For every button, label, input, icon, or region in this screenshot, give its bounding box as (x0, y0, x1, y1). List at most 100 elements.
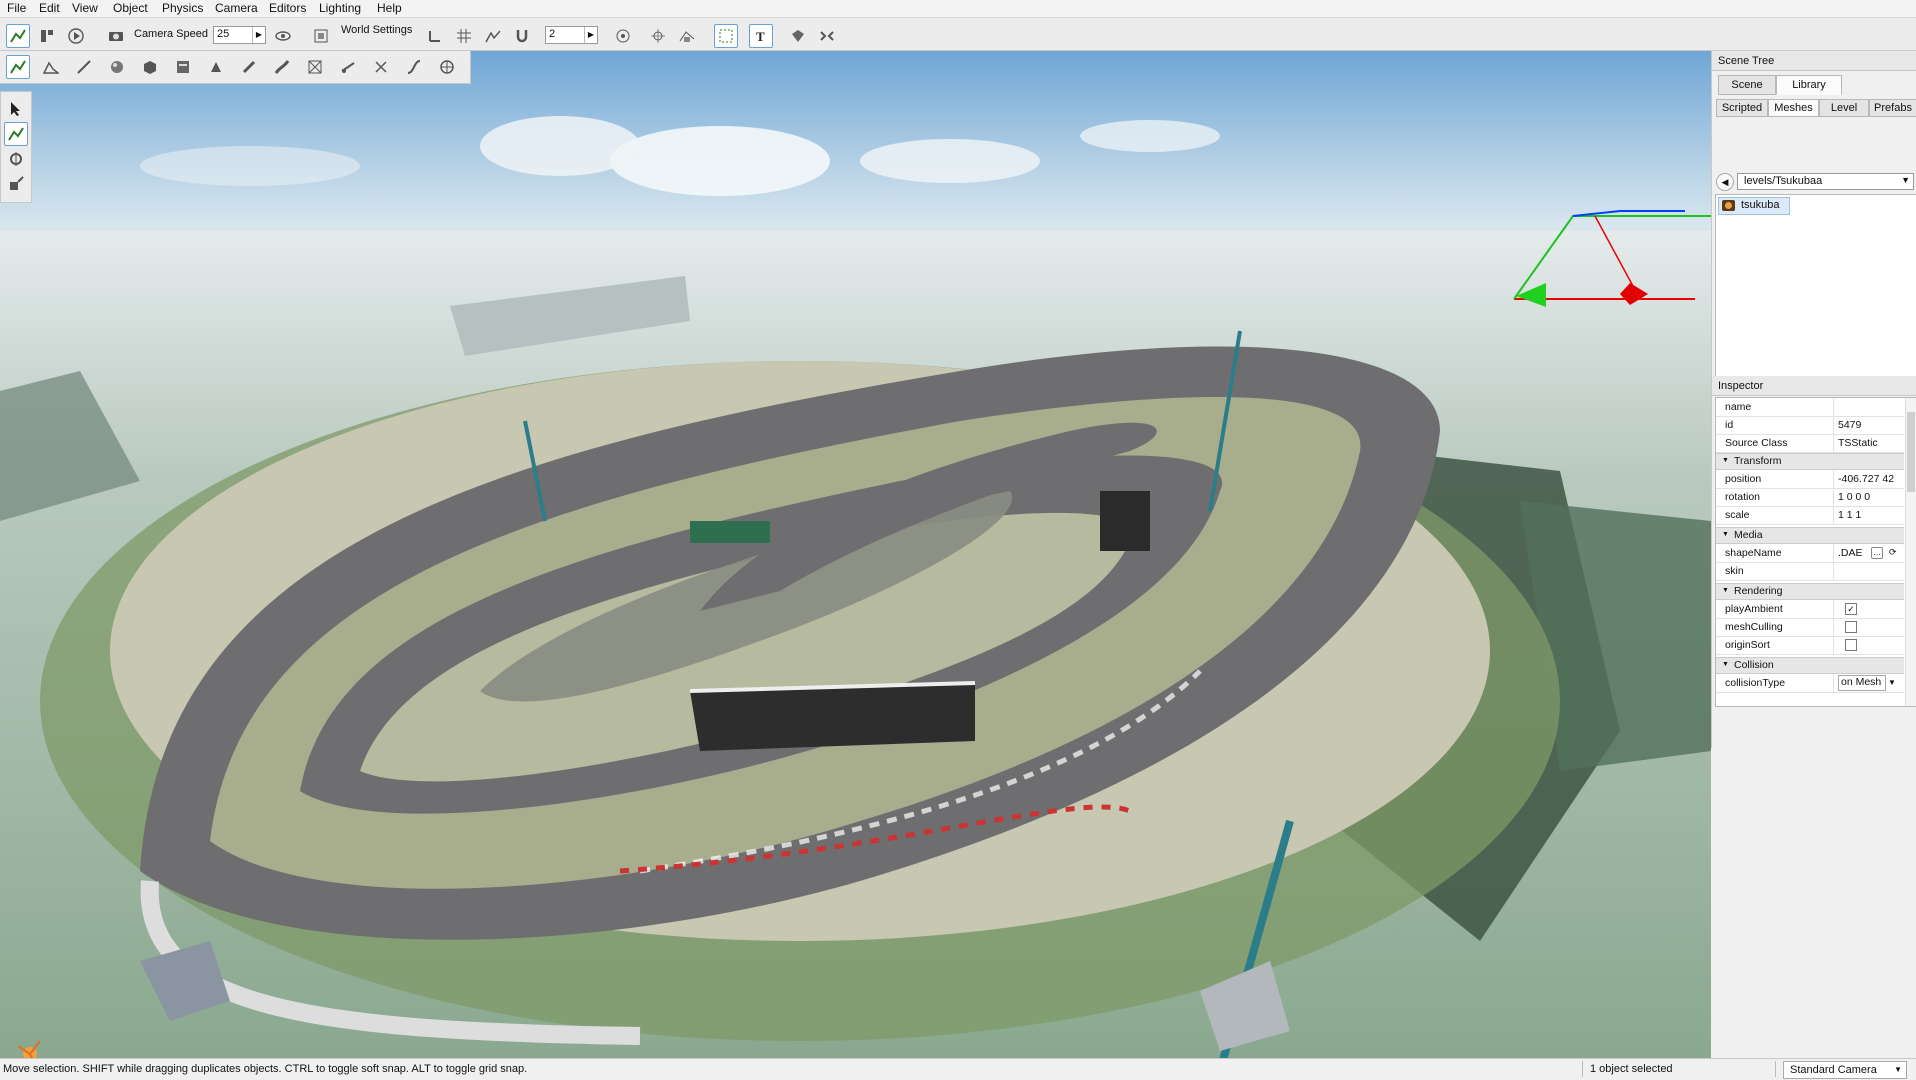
terrain-painter-icon[interactable] (72, 55, 96, 79)
spin-right-icon[interactable]: ▶ (252, 27, 265, 43)
rotate-gizmo-icon[interactable] (4, 147, 28, 171)
explode-icon[interactable] (815, 24, 839, 48)
scale-gizmo-icon[interactable] (4, 172, 28, 196)
convex-editor-icon[interactable] (369, 55, 393, 79)
group-transform[interactable]: ▼ Transform (1716, 453, 1904, 470)
menu-view[interactable]: View (70, 1, 100, 15)
select-bounds-icon[interactable] (714, 24, 738, 48)
tab-library[interactable]: Library (1776, 75, 1842, 95)
text-label-icon[interactable]: T (749, 24, 773, 48)
field-scale-value[interactable]: 1 1 1 (1838, 509, 1902, 521)
sketch-tool-icon[interactable] (138, 55, 162, 79)
refresh-icon[interactable]: ⟳ (1889, 547, 1897, 558)
menu-edit[interactable]: Edit (37, 1, 62, 15)
status-bar: Move selection. SHIFT while dragging dup… (0, 1058, 1916, 1080)
terrain-snap-icon[interactable] (481, 24, 505, 48)
gui-editor-icon[interactable] (35, 24, 59, 48)
inspector-title: Inspector (1718, 380, 1764, 392)
field-name-row: name (1716, 398, 1904, 417)
mesh-road-icon[interactable] (303, 55, 327, 79)
particle-editor-icon[interactable] (402, 55, 426, 79)
tree-item-tsukuba[interactable]: tsukuba (1718, 197, 1790, 215)
camera-speed-input[interactable]: 25 ▶ (213, 26, 266, 44)
object-toolbar (0, 51, 471, 84)
fit-view-icon[interactable] (309, 24, 333, 48)
status-divider (1775, 1061, 1776, 1077)
spin-right-icon[interactable]: ▶ (584, 27, 597, 43)
field-id-value: 5479 (1838, 419, 1862, 431)
select-object-icon[interactable] (6, 55, 30, 79)
chevron-down-icon: ▼ (1888, 678, 1896, 687)
forest-editor-icon[interactable] (204, 55, 228, 79)
subtab-scripted[interactable]: Scripted (1716, 99, 1768, 117)
field-rotation-value[interactable]: 1 0 0 0 (1838, 491, 1902, 503)
decal-editor-icon[interactable] (237, 55, 261, 79)
scene-tree-title-bar: Scene Tree (1712, 51, 1916, 71)
grid-size-input[interactable]: 2 ▶ (545, 26, 598, 44)
menu-camera[interactable]: Camera (213, 1, 260, 15)
grid-icon[interactable] (452, 24, 476, 48)
road-editor-icon[interactable] (270, 55, 294, 79)
snap-icon[interactable] (423, 24, 447, 48)
field-position-value[interactable]: -406.727 42 (1838, 473, 1902, 485)
scene-tree-title: Scene Tree (1718, 55, 1775, 67)
library-path-dropdown[interactable]: levels/Tsukubaa ▼ (1737, 173, 1914, 190)
collisiontype-dropdown[interactable]: on Mesh (1838, 675, 1886, 691)
river-editor-icon[interactable] (336, 55, 360, 79)
menu-lighting[interactable]: Lighting (317, 1, 363, 15)
collapse-triangle-icon: ▼ (1722, 661, 1729, 668)
playambient-checkbox[interactable]: ✓ (1845, 603, 1857, 615)
visibility-eye-icon[interactable] (271, 24, 295, 48)
object-center-icon[interactable] (611, 24, 635, 48)
select-arrow-icon[interactable] (4, 97, 28, 121)
inspector-scrollbar[interactable] (1905, 398, 1916, 706)
back-arrow-icon[interactable]: ◀ (1716, 173, 1734, 191)
field-position-row: position -406.727 42 (1716, 470, 1904, 489)
chevron-down-icon: ▼ (1901, 175, 1910, 185)
camera-speed-label: Camera Speed (134, 28, 208, 40)
menu-editors[interactable]: Editors (267, 1, 308, 15)
prefab-icon[interactable] (786, 24, 810, 48)
move-gizmo-icon[interactable] (4, 122, 28, 146)
play-game-icon[interactable] (64, 24, 88, 48)
menu-object[interactable]: Object (111, 1, 150, 15)
originsort-checkbox[interactable] (1845, 639, 1857, 651)
datablock-editor-icon[interactable] (171, 55, 195, 79)
group-rendering[interactable]: ▼ Rendering (1716, 583, 1904, 600)
field-scale-row: scale 1 1 1 (1716, 506, 1904, 525)
selection-count: 1 object selected (1590, 1063, 1673, 1075)
terrain-editor-icon[interactable] (39, 55, 63, 79)
bounds-icon[interactable] (675, 24, 699, 48)
field-shapename-row: shapeName .DAE… ⟳ (1716, 544, 1904, 563)
world-editor-icon[interactable] (6, 24, 30, 48)
menu-bar: File Edit View Object Physics Camera Edi… (0, 0, 1916, 18)
inspector-fields: name id 5479 Source Class TSStatic ▼ Transf… (1715, 397, 1916, 707)
subtab-meshes[interactable]: Meshes (1768, 99, 1819, 117)
camera-mode-dropdown[interactable]: Standard Camera ▼ (1783, 1061, 1907, 1079)
scrollbar-thumb[interactable] (1907, 412, 1915, 492)
group-collision[interactable]: ▼ Collision (1716, 657, 1904, 674)
field-shapename-value[interactable]: .DAE (1838, 547, 1868, 559)
scene-tree-panel: Scene Tree Scene Library Scripted Meshes… (1711, 51, 1916, 424)
tab-scene[interactable]: Scene (1718, 75, 1776, 95)
field-meshculling-row: meshCulling (1716, 618, 1904, 637)
navmesh-editor-icon[interactable] (435, 55, 459, 79)
magnet-icon[interactable] (510, 24, 534, 48)
world-axis-icon[interactable] (646, 24, 670, 48)
mesh-icon (1722, 200, 1735, 211)
gizmo-toolbar (0, 91, 32, 203)
world-settings-label[interactable]: World Settings (341, 24, 412, 36)
subtab-prefabs[interactable]: Prefabs (1869, 99, 1916, 117)
menu-file[interactable]: File (5, 1, 28, 15)
camera-icon[interactable] (104, 24, 128, 48)
status-hint: Move selection. SHIFT while dragging dup… (3, 1063, 528, 1075)
3d-viewport[interactable] (0, 51, 1711, 1058)
menu-physics[interactable]: Physics (160, 1, 205, 15)
scene-render[interactable] (0, 51, 1711, 1058)
material-editor-icon[interactable] (105, 55, 129, 79)
menu-help[interactable]: Help (375, 1, 404, 15)
browse-button[interactable]: … (1871, 547, 1883, 559)
meshculling-checkbox[interactable] (1845, 621, 1857, 633)
group-media[interactable]: ▼ Media (1716, 527, 1904, 544)
subtab-level[interactable]: Level (1819, 99, 1869, 117)
